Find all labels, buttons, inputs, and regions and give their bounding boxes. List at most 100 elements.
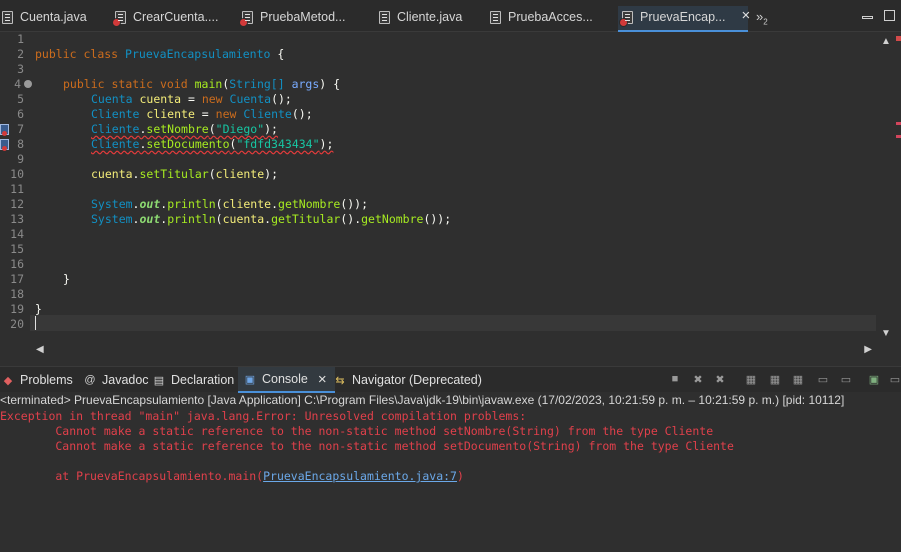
open-console-icon[interactable]: ▣: [866, 372, 882, 386]
problems-icon: ◆: [3, 374, 13, 387]
code-line: cuenta.setTitular(cliente);: [91, 167, 278, 181]
remove-all-launches-icon[interactable]: ✖: [712, 372, 728, 386]
code-line: }: [63, 272, 70, 286]
java-file-error-icon: [239, 11, 253, 27]
display-selected-console-icon[interactable]: ▭: [887, 372, 901, 386]
tab-label: Declaration: [171, 373, 235, 387]
code-line: public class PruevaEncapsulamiento {: [35, 47, 285, 61]
tab-label: PruebaMetod...: [260, 10, 346, 24]
error-marker-icon[interactable]: [0, 139, 9, 151]
tab-label: Cuenta.java: [20, 10, 87, 24]
console-line: Cannot make a static reference to the no…: [0, 424, 714, 438]
line-number-gutter: 1 2 3 4 5 6 7 8 9 10 11 12 13 14 15 16 1…: [0, 32, 30, 342]
word-wrap-icon[interactable]: ▦: [790, 372, 806, 386]
clear-console-icon[interactable]: ▦: [743, 372, 759, 386]
tab-label: PruebaAcces...: [508, 10, 593, 24]
code-line-error: Cliente.setNombre("Diego");: [91, 122, 278, 136]
java-file-error-icon: [112, 11, 126, 27]
error-ruler-mark[interactable]: [896, 122, 901, 125]
vertical-scrollbar[interactable]: ▲ ▼: [877, 32, 895, 342]
error-summary-icon[interactable]: [896, 36, 901, 41]
tab-label: CrearCuenta....: [133, 10, 219, 24]
code-line: }: [35, 302, 42, 316]
panel-tab-bar: ◆ Problems @ Javadoc ▤ Declaration ▣ Con…: [0, 366, 901, 393]
tab-problems[interactable]: ◆ Problems: [2, 367, 73, 393]
editor-tab-bar: Cuenta.java CrearCuenta.... PruebaMetod.…: [0, 0, 901, 32]
java-file-icon: [2, 11, 13, 24]
code-line-error: Cliente.setDocumento("fdfd343434");: [91, 137, 334, 151]
console-line: Cannot make a static reference to the no…: [0, 439, 734, 453]
tab-declaration[interactable]: ▤ Declaration: [153, 367, 234, 393]
console-status-line: <terminated> PruevaEncapsulamiento [Java…: [0, 393, 845, 407]
tab-label: Console: [262, 372, 308, 386]
line-number: 14: [10, 227, 24, 241]
tab-pruevaencap[interactable]: PruevaEncap... ×: [618, 6, 750, 32]
terminate-icon[interactable]: ■: [667, 372, 683, 386]
tab-label: Navigator (Deprecated): [352, 373, 482, 387]
line-number: 6: [17, 107, 24, 121]
tab-cuenta-java[interactable]: Cuenta.java: [2, 6, 87, 32]
overview-ruler[interactable]: [895, 32, 901, 342]
console-icon: ▣: [244, 373, 256, 386]
line-number: 2: [17, 47, 24, 61]
tab-crearcuenta[interactable]: CrearCuenta....: [112, 6, 219, 32]
line-number: 20: [10, 317, 24, 331]
show-console-on-output-icon[interactable]: ▭: [815, 372, 831, 386]
tab-cliente-java[interactable]: Cliente.java: [379, 6, 462, 32]
tab-label: PruevaEncap...: [640, 10, 726, 24]
line-number: 10: [10, 167, 24, 181]
code-line: System.out.println(cuenta.getTitular().g…: [91, 212, 452, 226]
code-editor[interactable]: 1 2 3 4 5 6 7 8 9 10 11 12 13 14 15 16 1…: [0, 32, 901, 362]
navigator-icon: ⇆: [335, 374, 345, 387]
error-ruler-mark[interactable]: [896, 135, 901, 138]
scroll-up-icon[interactable]: ▲: [881, 36, 891, 47]
line-number: 16: [10, 257, 24, 271]
line-number: 7: [17, 122, 24, 136]
line-number: 18: [10, 287, 24, 301]
line-number: 5: [17, 92, 24, 106]
tab-label: Cliente.java: [397, 10, 463, 24]
code-line: System.out.println(cliente.getNombre());: [91, 197, 369, 211]
line-number: 4: [14, 77, 21, 91]
tab-pruebaacces[interactable]: PruebaAcces...: [490, 6, 593, 32]
close-tab-icon[interactable]: ×: [741, 8, 750, 23]
console-output[interactable]: Exception in thread "main" java.lang.Err…: [0, 408, 901, 552]
declaration-icon: ▤: [153, 374, 165, 387]
line-number: 19: [10, 302, 24, 316]
code-text[interactable]: public class PruevaEncapsulamiento { pub…: [30, 32, 876, 342]
tab-label: Javadoc: [102, 373, 149, 387]
scroll-down-icon[interactable]: ▼: [881, 328, 891, 339]
line-number: 15: [10, 242, 24, 256]
code-line: Cuenta cuenta = new Cuenta();: [91, 92, 292, 106]
tab-pruebametod[interactable]: PruebaMetod...: [239, 6, 346, 32]
error-marker-icon[interactable]: [0, 124, 9, 136]
line-number: 11: [10, 182, 24, 196]
tab-console[interactable]: ▣ Console ×: [238, 367, 335, 393]
scroll-right-icon[interactable]: ▶: [864, 344, 872, 355]
java-file-icon: [490, 11, 501, 24]
close-tab-icon[interactable]: ×: [318, 371, 327, 388]
tab-navigator[interactable]: ⇆ Navigator (Deprecated): [334, 367, 482, 393]
scroll-lock-icon[interactable]: ▦: [767, 372, 783, 386]
line-number: 12: [10, 197, 24, 211]
line-number: 8: [17, 137, 24, 151]
line-number: 3: [17, 62, 24, 76]
stack-trace-link[interactable]: PruevaEncapsulamiento.java:7: [263, 469, 457, 483]
javadoc-icon: @: [84, 374, 96, 386]
remove-launch-icon[interactable]: ✖: [690, 372, 706, 386]
scroll-left-icon[interactable]: ◀: [36, 344, 44, 355]
java-file-error-icon: [619, 11, 633, 27]
pin-console-icon[interactable]: ▭: [838, 372, 854, 386]
line-number: 1: [17, 32, 24, 46]
code-line: public static void main(String[] args) {: [63, 77, 341, 91]
tab-label: Problems: [20, 373, 73, 387]
console-line: at PruevaEncapsulamiento.main(PruevaEnca…: [0, 469, 464, 483]
tab-overflow-button[interactable]: »2: [756, 9, 768, 27]
minimize-icon[interactable]: [862, 16, 873, 19]
line-number: 17: [10, 272, 24, 286]
maximize-icon[interactable]: [884, 10, 895, 21]
java-file-icon: [379, 11, 390, 24]
tab-javadoc[interactable]: @ Javadoc: [84, 367, 149, 393]
horizontal-scrollbar[interactable]: ◀ ▶: [30, 344, 876, 358]
console-line: Exception in thread "main" java.lang.Err…: [0, 409, 534, 423]
